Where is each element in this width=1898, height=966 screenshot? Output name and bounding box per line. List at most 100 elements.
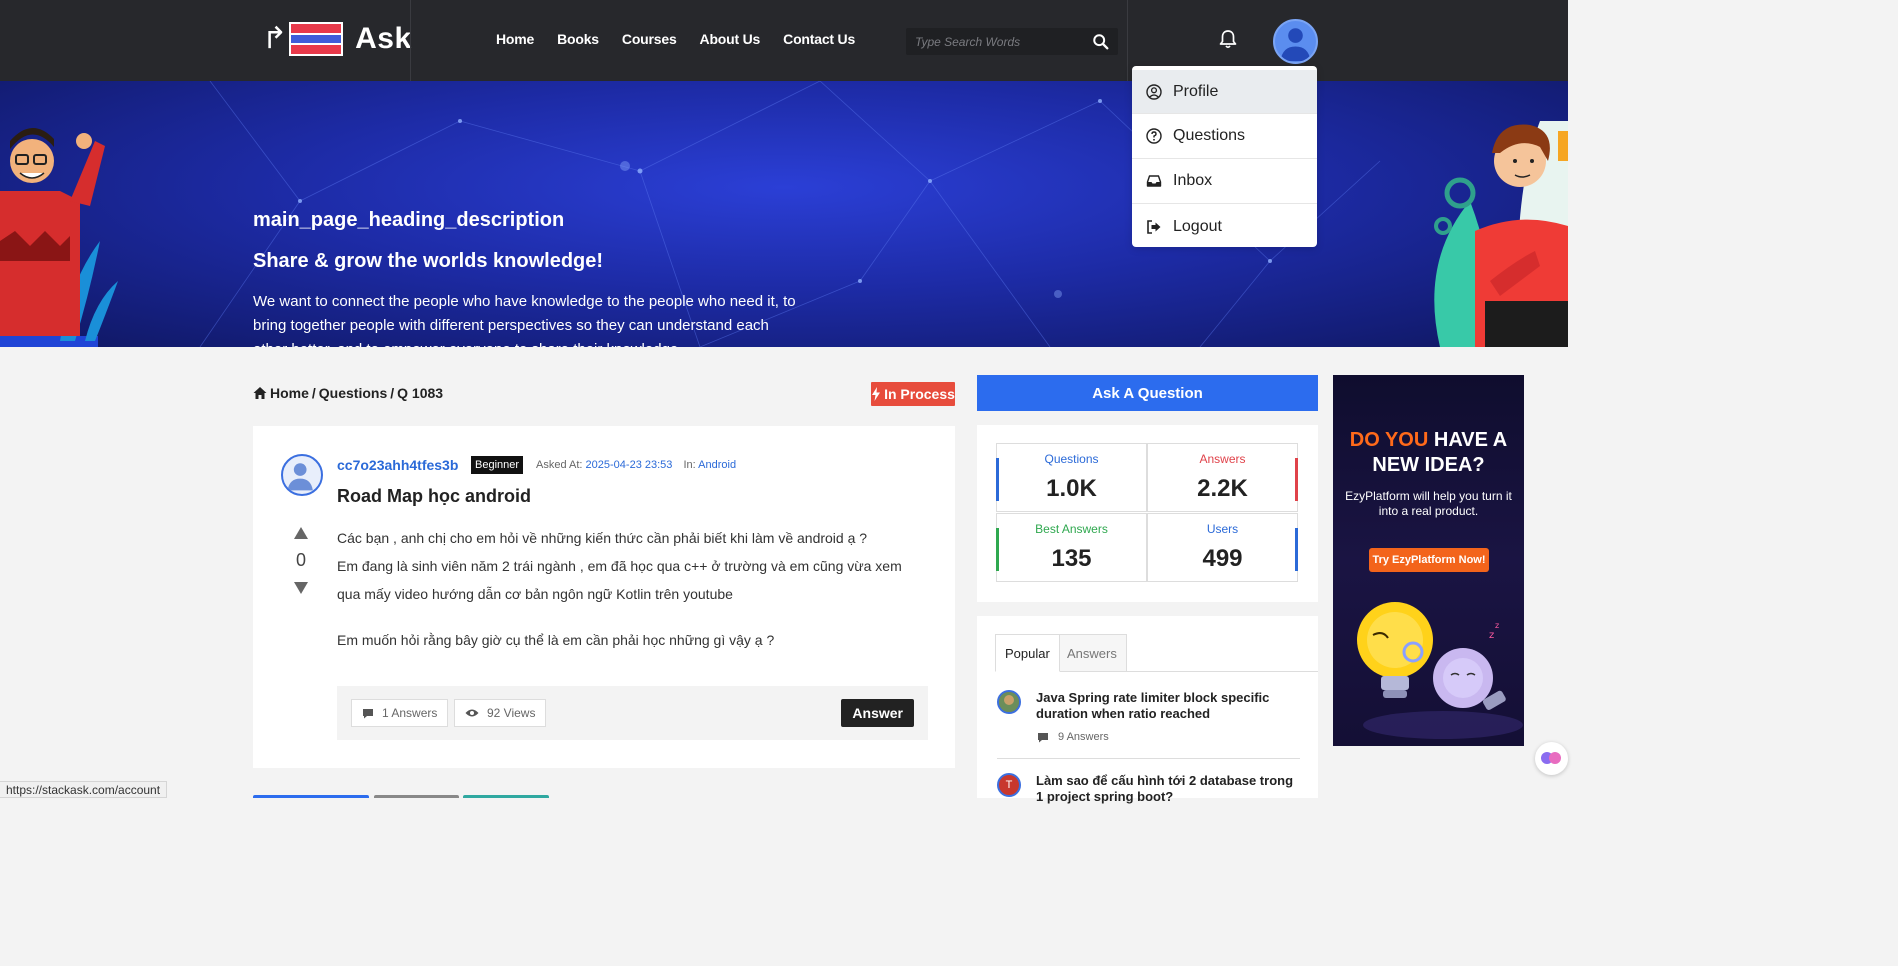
hero-banner: main_page_heading_description Share & gr… — [0, 81, 1568, 347]
menu-item-label: Inbox — [1173, 172, 1213, 189]
comment-icon — [363, 708, 373, 718]
lightbulb-illustration: z z — [1357, 602, 1523, 739]
hero-heading: main_page_heading_description — [253, 209, 565, 231]
breadcrumb-questions[interactable]: Questions — [319, 385, 387, 401]
stat-label: Questions — [1044, 452, 1099, 466]
breadcrumb: Home / Questions / Q 1083 — [253, 385, 443, 401]
popular-question-title[interactable]: Làm sao để cấu hình tới 2 database trong… — [1036, 773, 1300, 805]
user-circle-icon — [1146, 83, 1162, 100]
popular-question-title[interactable]: Java Spring rate limiter block specific … — [1036, 690, 1300, 722]
upvote-icon[interactable] — [294, 527, 308, 539]
header-divider — [410, 0, 411, 81]
ad-cta-button[interactable]: Try EzyPlatform Now! — [1369, 548, 1489, 572]
menu-item-profile[interactable]: Profile — [1132, 70, 1317, 114]
popular-question-avatar — [997, 690, 1021, 714]
views-count-pill: 92 Views — [454, 699, 547, 727]
browser-status-url: https://stackask.com/account — [0, 781, 168, 798]
question-body: Các bạn , anh chị cho em hỏi về những ki… — [337, 524, 927, 654]
answers-count: 1 Answers — [382, 706, 438, 720]
question-paragraph: Em đang là sinh viên năm 2 trái ngành , … — [337, 558, 902, 602]
left-character-illustration — [0, 127, 118, 347]
views-count: 92 Views — [487, 706, 536, 720]
asked-at-label: Asked At: — [536, 459, 583, 471]
menu-item-label: Logout — [1173, 217, 1222, 235]
menu-item-questions[interactable]: Questions — [1132, 114, 1317, 159]
nav-about-us[interactable]: About Us — [700, 31, 761, 47]
stat-best-answers: Best Answers 135 — [996, 513, 1147, 582]
svg-text:z: z — [1489, 630, 1494, 641]
answer-button[interactable]: Answer — [841, 699, 914, 727]
stat-label: Users — [1206, 522, 1239, 536]
nav-books[interactable]: Books — [557, 31, 599, 47]
breadcrumb-home[interactable]: Home — [270, 385, 309, 401]
main-nav: Home Books Courses About Us Contact Us — [496, 31, 855, 47]
answers-count: 9 Answers — [1058, 731, 1109, 743]
site-logo[interactable]: ↱ Ask — [262, 22, 412, 56]
user-avatar[interactable] — [1273, 19, 1318, 64]
comment-icon — [1038, 732, 1048, 742]
breadcrumb-current: Q 1083 — [397, 385, 444, 401]
tag-chip[interactable] — [253, 795, 369, 798]
popular-answers-card: Popular Answers Java Spring rate limiter… — [977, 616, 1318, 804]
stat-value: 499 — [1202, 545, 1243, 572]
popular-question-answers: 9 Answers — [1037, 731, 1109, 743]
header-divider — [1127, 0, 1128, 81]
stat-value: 2.2K — [1197, 475, 1248, 502]
svg-text:z: z — [1495, 621, 1499, 630]
breadcrumb-separator: / — [311, 385, 316, 401]
category-link[interactable]: Android — [698, 459, 736, 471]
menu-item-label: Questions — [1173, 127, 1246, 144]
ask-question-button[interactable]: Ask A Question — [977, 375, 1318, 411]
home-icon — [253, 387, 267, 399]
question-title: Road Map học android — [337, 486, 532, 506]
question-author-name[interactable]: cc7o23ahh4tfes3b — [337, 457, 458, 473]
asked-at-date: 2025-04-23 23:53 — [585, 459, 673, 471]
hero-description: We want to connect the people who have k… — [253, 293, 796, 347]
downvote-icon[interactable] — [294, 582, 308, 594]
vote-count: 0 — [295, 550, 306, 570]
search-icon[interactable] — [1092, 33, 1110, 51]
tab-answers[interactable]: Answers — [1057, 634, 1127, 672]
tag-chip[interactable] — [463, 795, 549, 798]
floating-assistant-button[interactable] — [1535, 742, 1568, 775]
status-label: In Process — [884, 386, 955, 402]
question-footer: 1 Answers 92 Views Answer — [337, 686, 928, 740]
status-badge: In Process — [871, 382, 955, 406]
eye-icon — [465, 709, 479, 717]
bell-icon[interactable] — [1217, 28, 1239, 50]
logo-flag-icon — [289, 22, 344, 56]
stat-answers: Answers 2.2K — [1147, 443, 1298, 512]
stat-users: Users 499 — [1147, 513, 1298, 582]
avatar-letter: T — [1005, 779, 1013, 791]
stat-label: Best Answers — [1035, 522, 1108, 536]
ezyplatform-advertisement[interactable]: DO YOU HAVE A NEW IDEA? EzyPlatform will… — [1333, 375, 1524, 746]
menu-item-logout[interactable]: Logout — [1132, 204, 1317, 247]
menu-item-label: Profile — [1173, 82, 1219, 100]
popular-question-avatar: T — [997, 773, 1021, 797]
bolt-icon — [872, 387, 881, 401]
nav-courses[interactable]: Courses — [622, 31, 677, 47]
ad-subtext: EzyPlatform will help you turn it into a… — [1345, 489, 1512, 518]
question-author-avatar[interactable] — [281, 454, 323, 496]
question-paragraph: Em muốn hỏi rằng bây giờ cụ thể là em cầ… — [337, 632, 775, 648]
tab-popular[interactable]: Popular — [995, 634, 1060, 672]
answers-count-pill[interactable]: 1 Answers — [351, 699, 449, 727]
hero-subheading: Share & grow the worlds knowledge! — [253, 250, 604, 272]
menu-item-inbox[interactable]: Inbox — [1132, 159, 1317, 204]
stat-value: 135 — [1051, 545, 1092, 572]
logout-icon — [1147, 219, 1161, 234]
question-paragraph: Các bạn , anh chị cho em hỏi về những ki… — [337, 530, 868, 546]
ad-headline-highlight: DO YOU — [1349, 429, 1429, 451]
stat-questions: Questions 1.0K — [996, 443, 1147, 512]
ad-headline: DO YOU HAVE A NEW IDEA? — [1333, 428, 1524, 478]
nav-contact-us[interactable]: Contact Us — [783, 31, 855, 47]
question-card: cc7o23ahh4tfes3b Beginner Asked At: 2025… — [253, 426, 955, 768]
search-input[interactable] — [906, 28, 1086, 55]
site-stats-card: Questions 1.0K Answers 2.2K Best Answers… — [977, 425, 1318, 602]
tag-chip[interactable] — [374, 795, 459, 798]
question-circle-icon — [1146, 128, 1162, 144]
top-navbar: ↱ Ask Home Books Courses About Us Contac… — [0, 0, 1568, 81]
list-divider — [997, 758, 1300, 759]
logo-text: Ask — [355, 22, 412, 55]
nav-home[interactable]: Home — [496, 31, 534, 47]
